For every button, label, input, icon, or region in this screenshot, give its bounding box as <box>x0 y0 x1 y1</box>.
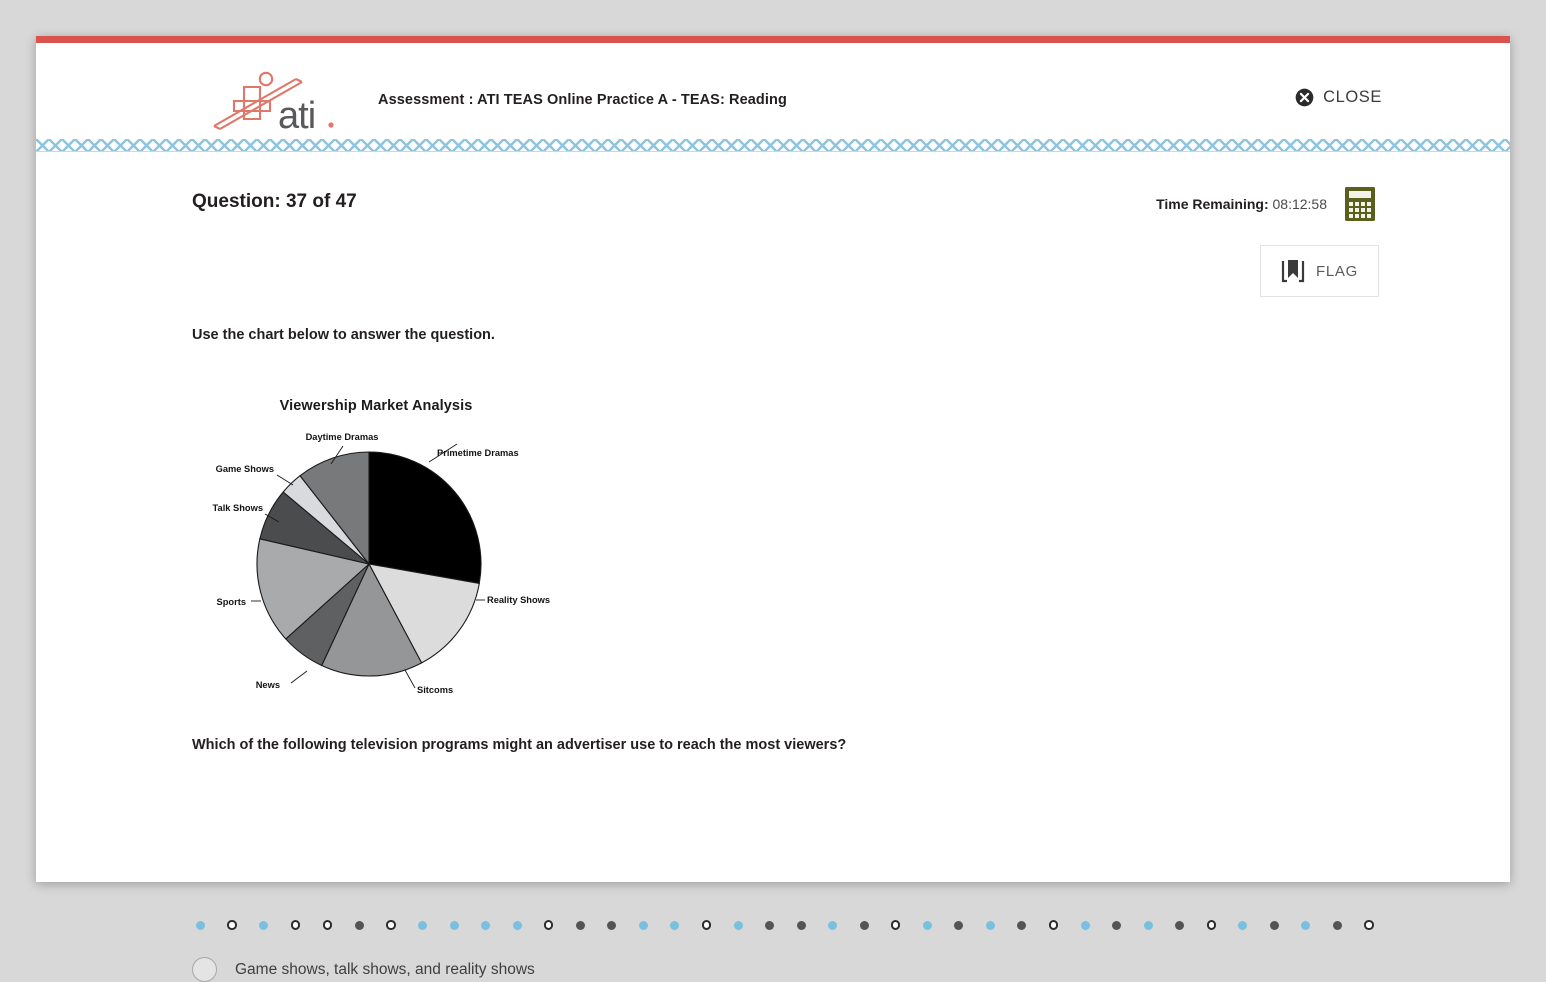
pie-slices <box>256 451 482 677</box>
pie-slice-label: Game Shows <box>216 464 274 474</box>
svg-text:ati: ati <box>278 95 315 133</box>
ati-logo: ati <box>213 71 334 133</box>
bookmark-flag-icon <box>1281 260 1305 283</box>
circle-x-icon <box>1295 88 1314 107</box>
question-navigation-dots[interactable] <box>196 914 1374 936</box>
assessment-header: ati Assessment : ATI TEAS Online Practic… <box>36 43 1510 139</box>
question-counter: Question: 37 of 47 <box>192 191 357 212</box>
zigzag-divider <box>36 139 1510 152</box>
answer-options: Game shows, talk shows, and reality show… <box>192 957 535 982</box>
instruction-text: Use the chart below to answer the questi… <box>192 327 495 343</box>
assessment-title: Assessment : ATI TEAS Online Practice A … <box>378 92 787 108</box>
close-label: CLOSE <box>1323 88 1382 106</box>
pie-slice-label: News <box>256 680 280 690</box>
pie-slice-label: Sports <box>217 597 246 607</box>
answer-option-1[interactable]: Game shows, talk shows, and reality show… <box>192 957 535 982</box>
timer-block: Time Remaining: 08:12:58 <box>1156 185 1379 223</box>
flag-button[interactable]: FLAG <box>1260 245 1379 297</box>
pie-slice-label: Reality Shows <box>487 595 550 605</box>
time-remaining-value: 08:12:58 <box>1272 196 1328 212</box>
pie-slice <box>368 451 482 585</box>
time-remaining: Time Remaining: 08:12:58 <box>1156 196 1327 212</box>
flag-label: FLAG <box>1316 262 1358 280</box>
pie-slice-label: Sitcoms <box>417 685 453 695</box>
top-accent-bar <box>36 36 1510 43</box>
pie-leader-line <box>276 474 294 486</box>
question-body: Question: 37 of 47 Time Remaining: 08:12… <box>36 152 1510 982</box>
close-button[interactable]: CLOSE <box>1295 88 1382 107</box>
question-prompt: Which of the following television progra… <box>192 737 847 753</box>
radio-button[interactable] <box>192 957 217 982</box>
pie-slice-label: Primetime Dramas <box>437 448 519 458</box>
pie-slice-label: Daytime Dramas <box>306 432 379 442</box>
pie-slice-label: Talk Shows <box>213 503 263 513</box>
time-remaining-label: Time Remaining: <box>1156 196 1269 212</box>
pie-leader-line <box>290 670 308 684</box>
viewership-pie-chart: Primetime Dramas Reality Shows Sitcoms News… <box>213 432 551 695</box>
answer-label: Game shows, talk shows, and reality show… <box>235 960 535 978</box>
chart-figure: Viewership Market Analysis Primetime Dra… <box>191 392 561 712</box>
pie-leader-line <box>404 669 416 689</box>
calculator-icon[interactable] <box>1341 185 1379 223</box>
assessment-window: ati Assessment : ATI TEAS Online Practic… <box>36 36 1510 982</box>
